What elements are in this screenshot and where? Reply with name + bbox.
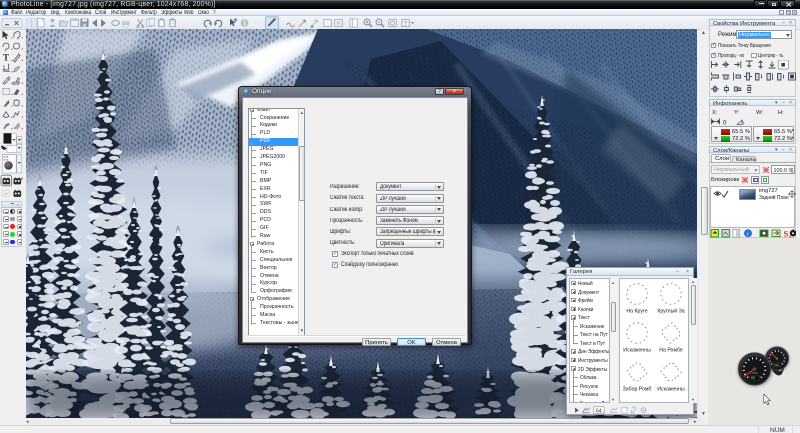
- svg-text:52%: 52%: [774, 364, 779, 367]
- svg-text:T: T: [3, 53, 9, 63]
- svg-text:i: i: [747, 231, 749, 238]
- svg-text:Искаженны: Искаженны: [623, 348, 651, 354]
- svg-text:Забор Ромб: Забор Ромб: [623, 387, 652, 393]
- svg-text:S: S: [784, 229, 789, 238]
- svg-text:На Круге: На Круге: [626, 309, 647, 315]
- svg-text:Круглый За: Круглый За: [657, 308, 684, 315]
- svg-text:На Ромбе: На Ромбе: [659, 348, 683, 354]
- svg-text:0: 0: [723, 120, 727, 126]
- svg-text:0%: 0%: [751, 376, 755, 380]
- svg-text:Искаженны: Искаженны: [657, 387, 685, 393]
- svg-text:64: 64: [596, 408, 602, 414]
- svg-text:CPU: CPU: [752, 371, 758, 375]
